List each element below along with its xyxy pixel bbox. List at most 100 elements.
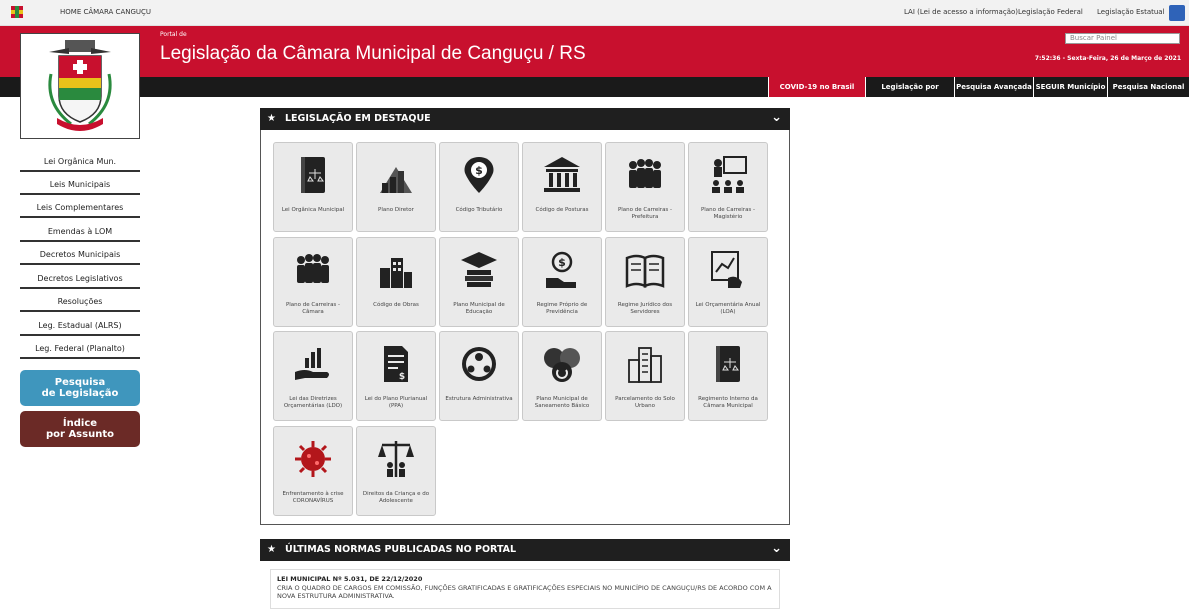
sidebar-item-leg-federal[interactable]: Leg. Federal (Planalto)	[20, 339, 140, 359]
nav-seguir-municipio[interactable]: SEGUIR Município	[1033, 77, 1107, 97]
nav-pesquisa-nacional[interactable]: Pesquisa Nacional	[1107, 77, 1189, 97]
legislation-tile[interactable]: Parcelamento do Solo Urbano	[605, 331, 685, 421]
legislation-tile[interactable]: Plano de Carreiras - Câmara	[273, 237, 353, 327]
sidebar-item-resolucoes[interactable]: Resoluções	[20, 292, 140, 312]
lai-link[interactable]: LAI (Lei de acesso a informação)	[904, 8, 1018, 16]
legislation-tile[interactable]: Regimento Interno da Câmara Municipal	[688, 331, 768, 421]
tile-label: Plano Municipal de Educação	[453, 302, 505, 315]
legislation-tile[interactable]: Lei das Diretrizes Orçamentárias (LDO)	[273, 331, 353, 421]
search-input[interactable]: Buscar Painel	[1065, 33, 1180, 44]
nav-bar: COVID-19 no Brasil Legislação por Assunt…	[0, 77, 1189, 111]
star-icon: ★	[267, 113, 276, 124]
tile-label: Enfrentamento à crise CORONAVÍRUS	[282, 491, 344, 504]
pesquisa-legislacao-label: Pesquisa de Legislação	[41, 377, 119, 399]
ultimas-title: ÚLTIMAS NORMAS PUBLICADAS NO PORTAL	[285, 544, 517, 555]
tile-label: Estrutura Administrativa	[445, 396, 513, 402]
tile-label: Lei do Plano Plurianual (PPA)	[364, 396, 428, 409]
municipal-flag-icon	[11, 6, 23, 18]
header-pretitle: Portal de	[160, 31, 187, 38]
legislation-tile[interactable]: Código de Obras	[356, 237, 436, 327]
document-money-icon: $	[357, 342, 435, 386]
graduation-icon	[440, 248, 518, 292]
destaque-title: LEGISLAÇÃO EM DESTAQUE	[285, 113, 431, 124]
growth-hand-icon	[274, 342, 352, 386]
tile-label: Regime Jurídico dos Servidores	[617, 302, 673, 315]
svg-text:$: $	[475, 164, 483, 177]
state-link[interactable]: Legislação Estatual	[1097, 8, 1165, 16]
header: Portal de Legislação da Câmara Municipal…	[0, 26, 1189, 77]
sidebar-item-leis-complementares[interactable]: Leis Complementares	[20, 198, 140, 218]
sidebar-item-decretos-legislativos[interactable]: Decretos Legislativos	[20, 269, 140, 289]
legislation-tile[interactable]: Plano Municipal de Saneamento Básico	[522, 331, 602, 421]
nav-pesquisa-avancada[interactable]: Pesquisa Avançada	[954, 77, 1033, 97]
legislation-tile[interactable]: Estrutura Administrativa	[439, 331, 519, 421]
indice-assunto-label: Índice por Assunto	[46, 418, 114, 440]
legislation-tile[interactable]: Plano Municipal de Educação	[439, 237, 519, 327]
tile-label: Lei Orçamentária Anual (LOA)	[695, 302, 761, 315]
municipal-coat-of-arms-logo[interactable]	[20, 33, 140, 139]
recycle-icon	[523, 342, 601, 386]
home-link[interactable]: HOME CÂMARA CANGUÇU	[60, 8, 151, 16]
urban-buildings-icon	[606, 342, 684, 386]
destaque-header[interactable]: ★ LEGISLAÇÃO EM DESTAQUE ⌄	[260, 108, 790, 130]
tile-label: Plano de Carreiras - Câmara	[285, 302, 341, 315]
coat-of-arms-icon	[48, 40, 112, 131]
legislation-tile[interactable]: Plano Diretor	[356, 142, 436, 232]
sidebar-item-leis-municipais[interactable]: Leis Municipais	[20, 175, 140, 195]
sidebar-item-decretos-municipais[interactable]: Decretos Municipais	[20, 245, 140, 265]
legislation-tile[interactable]: Plano de Carreiras - Prefeitura	[605, 142, 685, 232]
legislation-tile[interactable]: $ Lei do Plano Plurianual (PPA)	[356, 331, 436, 421]
legislation-tile[interactable]: $ Código Tributário	[439, 142, 519, 232]
destaque-panel: Lei Orgânica Municipal Plano Diretor $ Códi…	[260, 130, 790, 525]
datetime-display: 7:52:36 - Sexta-Feira, 26 de Março de 20…	[1034, 55, 1181, 62]
legislation-tile[interactable]: $ Regime Próprio de Previdência	[522, 237, 602, 327]
tile-label: Código Tributário	[455, 207, 503, 213]
legislation-tile[interactable]: Lei Orçamentária Anual (LOA)	[688, 237, 768, 327]
law-book-icon	[689, 342, 767, 386]
nav-covid[interactable]: COVID-19 no Brasil	[768, 77, 865, 97]
people-group-icon	[274, 248, 352, 292]
top-bar: HOME CÂMARA CANGUÇU LAI (Lei de acesso a…	[0, 0, 1189, 26]
tax-pin-icon: $	[440, 153, 518, 197]
tile-label: Plano de Carreiras - Prefeitura	[617, 207, 673, 220]
legislation-tile[interactable]: Enfrentamento à crise CORONAVÍRUS	[273, 426, 353, 516]
tile-label: Parcelamento do Solo Urbano	[615, 396, 675, 409]
tile-label: Plano Municipal de Saneamento Básico	[534, 396, 590, 409]
nav-legislacao-assunto[interactable]: Legislação por Assunto	[865, 77, 954, 111]
news-item-title[interactable]: LEI MUNICIPAL Nº 5.031, DE 22/12/2020	[277, 575, 773, 583]
legislation-tile[interactable]: Direitos da Criança e do Adolescente	[356, 426, 436, 516]
legislation-tile[interactable]: Lei Orgânica Municipal	[273, 142, 353, 232]
sidebar-item-emendas-lom[interactable]: Emendas à LOM	[20, 222, 140, 242]
chart-hand-icon	[689, 248, 767, 292]
tile-label: Regime Próprio de Previdência	[536, 302, 588, 315]
chevron-down-icon[interactable]: ⌄	[771, 107, 782, 129]
legislation-tile[interactable]: Código de Posturas	[522, 142, 602, 232]
tile-label: Plano de Carreiras - Magistério	[700, 207, 756, 220]
org-structure-icon	[440, 342, 518, 386]
legislation-tile[interactable]: Plano de Carreiras - Magistério	[688, 142, 768, 232]
children-rights-icon	[357, 437, 435, 481]
chevron-down-icon[interactable]: ⌄	[771, 538, 782, 560]
svg-text:$: $	[399, 372, 405, 382]
indice-assunto-button[interactable]: Índice por Assunto	[20, 411, 140, 447]
news-item[interactable]: LEI MUNICIPAL Nº 5.031, DE 22/12/2020 CR…	[270, 569, 780, 609]
people-group-icon	[606, 153, 684, 197]
pesquisa-legislacao-button[interactable]: Pesquisa de Legislação	[20, 370, 140, 406]
virus-icon	[274, 437, 352, 481]
federal-link[interactable]: Legislação Federal	[1018, 8, 1083, 16]
sidebar-item-leg-estadual[interactable]: Leg. Estadual (ALRS)	[20, 316, 140, 336]
page-title: Legislação da Câmara Municipal de Canguç…	[160, 43, 586, 64]
tile-label: Regimento Interno da Câmara Municipal	[698, 396, 758, 409]
ultimas-header[interactable]: ★ ÚLTIMAS NORMAS PUBLICADAS NO PORTAL ⌄	[260, 539, 790, 561]
rs-state-icon[interactable]	[1169, 5, 1185, 21]
city-plan-icon	[357, 153, 435, 197]
open-book-icon	[606, 248, 684, 292]
sidebar-item-lei-organica[interactable]: Lei Orgânica Mun.	[20, 152, 140, 172]
tile-label: Direitos da Criança e do Adolescente	[362, 491, 430, 504]
courthouse-icon	[523, 153, 601, 197]
tile-label: Lei Orgânica Municipal	[281, 207, 345, 213]
tile-label: Código de Obras	[373, 302, 419, 308]
legislation-tile[interactable]: Regime Jurídico dos Servidores	[605, 237, 685, 327]
money-hand-icon: $	[523, 248, 601, 292]
buildings-icon	[357, 248, 435, 292]
